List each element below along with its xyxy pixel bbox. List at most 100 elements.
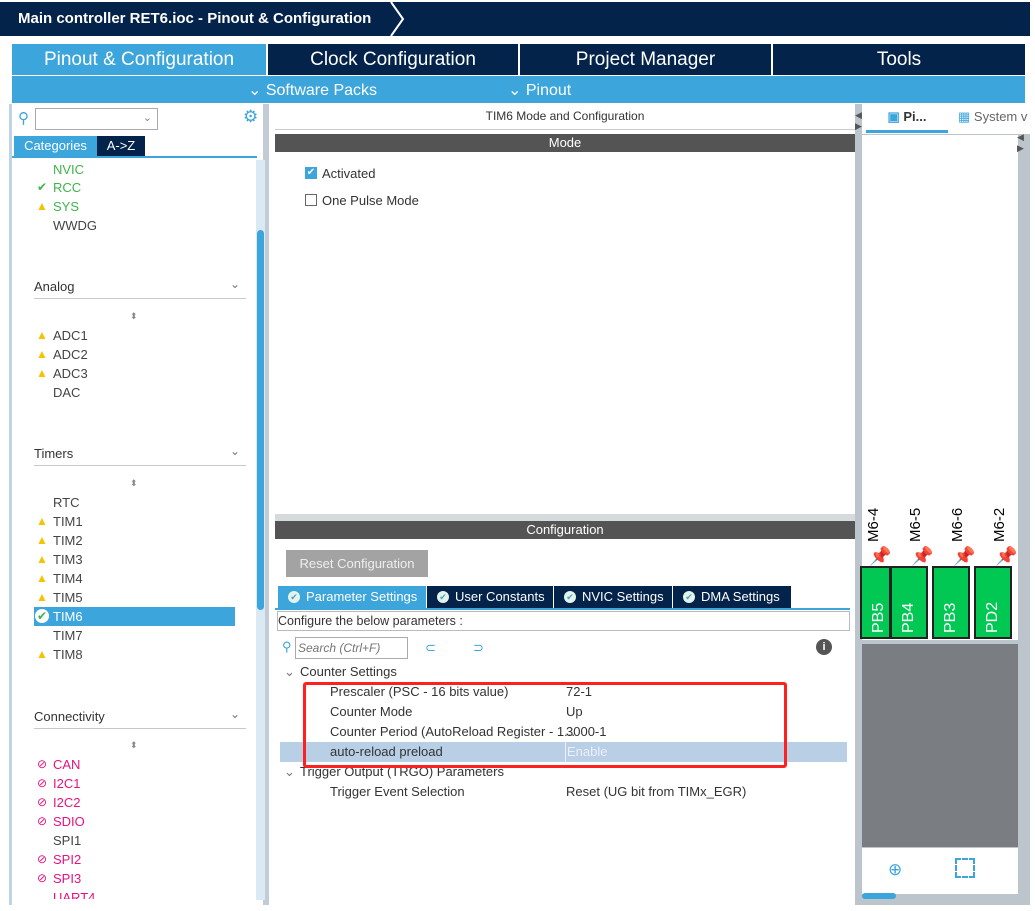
warning-icon: ▲ [36,552,48,566]
horizontal-scrollbar[interactable] [862,893,896,899]
category-item-sys[interactable]: ▲ SYS [36,199,79,214]
tab-project-manager[interactable]: Project Manager [520,44,771,75]
category-item-tim6[interactable]: ✔ TIM6 [35,609,83,624]
one-pulse-mode-label: One Pulse Mode [322,193,419,208]
category-item-spi2[interactable]: ⊘ SPI2 [37,852,81,867]
disabled-icon: ⊘ [36,871,48,885]
warning-icon: ▲ [36,514,48,528]
disabled-icon: ⊘ [36,814,48,828]
previous-result-icon[interactable]: ⊂ [425,640,436,656]
pin-label-m6-5: M6-5 [907,507,924,542]
warning-icon: ▲ [36,199,48,213]
chevron-down-icon: ⌄ [229,707,240,721]
category-item-spi3[interactable]: ⊘ SPI3 [37,871,81,886]
list-scrollbar-thumb[interactable] [257,230,264,610]
pin-icon: 📌 [869,546,892,566]
category-search-combo[interactable]: ⌄ [35,108,158,130]
pin-pd2[interactable]: PD2 [974,566,1012,639]
tab-underline [275,608,850,610]
activated-label: Activated [322,166,376,181]
pin-pb3[interactable]: PB3 [932,566,970,639]
category-item-rtc[interactable]: RTC [53,495,79,510]
view-tabs: ▣ Pi... ▦ System v [862,104,1030,134]
category-item-rcc[interactable]: ✔ RCC [37,180,81,195]
window-title: Main controller RET6.ioc - Pinout & Conf… [0,2,1030,36]
pin-label-m6-4: M6-4 [865,507,882,542]
category-item-tim3[interactable]: ▲ TIM3 [36,552,83,567]
zoom-in-icon[interactable]: ⊕ [888,860,902,880]
check-circle-icon: ✔ [683,591,695,603]
fit-to-screen-icon[interactable] [955,858,975,878]
category-item-i2c2[interactable]: ⊘ I2C2 [37,795,81,810]
software-packs-menu[interactable]: ⌄ Software Packs [248,80,377,100]
category-item-can[interactable]: ⊘ CAN [37,757,80,772]
sort-icon[interactable]: ⬍ [130,311,138,322]
category-item-tim8[interactable]: ▲ TIM8 [36,647,83,662]
category-item-tim5[interactable]: ▲ TIM5 [36,590,83,605]
category-item-tim2[interactable]: ▲ TIM2 [36,533,83,548]
category-item-i2c1[interactable]: ⊘ I2C1 [37,776,81,791]
parameter-search-input[interactable] [295,637,408,659]
collapse-arrows-icon[interactable]: ◀ ▶ [1017,132,1024,154]
list-scrollbar-track[interactable] [256,160,265,900]
tab-dma-settings[interactable]: ✔ DMA Settings [673,586,791,608]
tab-clock-configuration[interactable]: Clock Configuration [268,44,518,75]
warning-icon: ▲ [36,571,48,585]
gear-icon[interactable]: ⚙ [243,107,258,127]
info-icon[interactable]: i [816,639,832,655]
category-item-uart4[interactable]: ⊘UART4 [53,890,95,899]
configuration-title: Configuration [275,521,855,539]
tab-underline [12,156,257,158]
tab-system-view[interactable]: ▦ System v [958,109,1030,125]
section-timers[interactable]: Timers ⌄ [34,444,246,466]
warning-icon: ▲ [36,347,48,361]
software-packs-label: Software Packs [265,82,378,99]
disabled-icon: ⊘ [36,757,48,771]
category-item-tim7[interactable]: TIM7 [53,628,83,643]
param-row-trigger-event-selection[interactable]: Trigger Event Selection Reset (UG bit fro… [280,782,847,802]
sort-icon[interactable]: ⬍ [130,740,138,751]
next-result-icon[interactable]: ⊃ [473,640,484,656]
section-connectivity[interactable]: Connectivity ⌄ [34,707,246,729]
highlight-annotation-box [303,682,787,768]
category-item-adc2[interactable]: ▲ ADC2 [36,347,88,362]
reset-configuration-button[interactable]: Reset Configuration [286,550,428,577]
category-item-tim4[interactable]: ▲ TIM4 [36,571,83,586]
category-item-sdio[interactable]: ⊘ SDIO [37,814,85,829]
check-circle-icon: ✔ [288,591,300,603]
pin-pb4[interactable]: PB4 [890,566,928,639]
tab-parameter-settings[interactable]: ✔ Parameter Settings [278,586,426,608]
splitter[interactable] [275,514,855,521]
tab-categories[interactable]: Categories [14,136,97,156]
category-item-spi1[interactable]: SPI1 [53,833,81,848]
category-item-tim1[interactable]: ▲ TIM1 [36,514,83,529]
grid-icon: ▦ [958,109,971,124]
pinout-menu[interactable]: ⌄ Pinout [508,80,571,100]
category-item-adc3[interactable]: ▲ ADC3 [36,366,88,381]
pin-pb5[interactable]: PB5 [860,566,891,639]
section-analog[interactable]: Analog ⌄ [34,277,246,299]
tab-tools[interactable]: Tools [773,44,1025,75]
category-item-dac[interactable]: DAC [53,385,80,400]
disabled-icon: ⊘ [36,795,48,809]
pin-icon: 📌 [995,546,1018,566]
sub-menu-bar: ⌄ Software Packs ⌄ Pinout [12,76,1025,103]
tab-pinout-view[interactable]: ▣ Pi... [866,109,948,133]
check-icon: ✔ [36,180,48,194]
pin-label-m6-6: M6-6 [949,507,966,542]
sort-icon[interactable]: ⬍ [130,478,138,489]
check-circle-icon: ✔ [437,591,449,603]
tab-nvic-settings[interactable]: ✔ NVIC Settings [554,586,672,608]
group-counter-settings[interactable]: ⌄ Counter Settings [280,662,847,682]
chevron-down-icon: ⌄ [142,112,152,124]
breadcrumb-chevron-icon [390,2,405,36]
tab-a-z[interactable]: A->Z [97,136,145,156]
category-item-wwdg[interactable]: WWDG [53,218,97,233]
check-circle-icon: ✔ [35,609,49,623]
warning-icon: ▲ [36,366,48,380]
category-item-adc1[interactable]: ▲ ADC1 [36,328,88,343]
collapse-arrows-icon[interactable]: ◀ ▶ [855,110,862,132]
tab-pinout-configuration[interactable]: Pinout & Configuration [12,44,266,75]
tab-user-constants[interactable]: ✔ User Constants [427,586,553,608]
category-item-nvic[interactable]: NVIC [53,162,84,177]
